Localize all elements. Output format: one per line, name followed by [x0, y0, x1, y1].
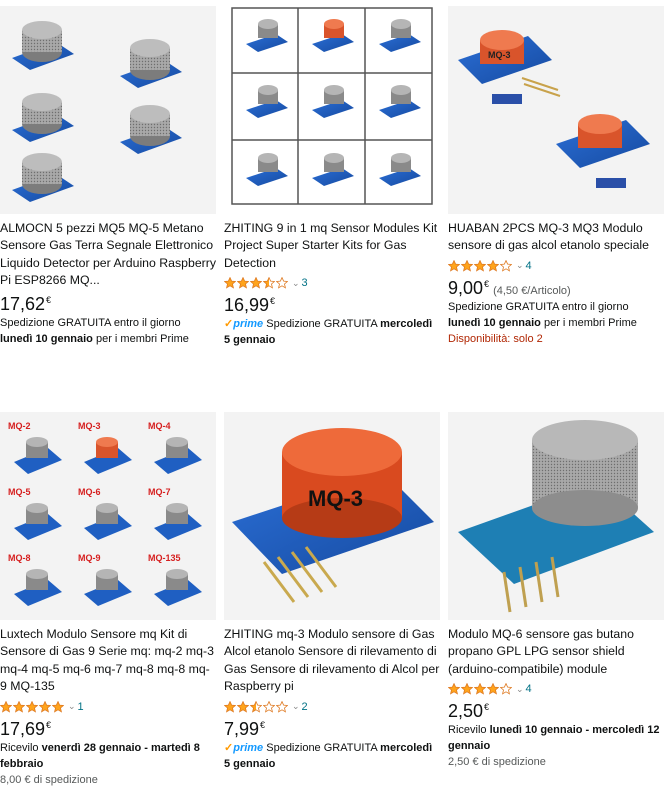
rating[interactable]: ⌄ 4 — [448, 681, 664, 697]
shipping-info: ✓prime Spedizione GRATUITA mercoledì — [224, 318, 433, 331]
star-icon — [487, 259, 499, 272]
product-price: 17,69 € — [0, 718, 52, 739]
shipping-info: Spedizione GRATUITA entro il giorno — [448, 300, 629, 313]
product-price: 2,50 € — [448, 701, 490, 722]
review-count[interactable]: 4 — [526, 260, 532, 272]
product-image[interactable] — [224, 6, 440, 214]
star-icon — [474, 259, 486, 272]
chevron-down-icon[interactable]: ⌄ — [68, 701, 76, 712]
star-icon — [250, 277, 262, 289]
star-icon — [39, 700, 51, 713]
product-image[interactable]: MQ-2 MQ-3 MQ-4 MQ-5 MQ-6 MQ-7 MQ-8 MQ-9 MQ-135 — [0, 412, 216, 620]
delivery-info: Ricevilo lunedì 10 gennaio - mercoledì 1… — [448, 724, 660, 753]
rating[interactable]: ⌄ 3 — [224, 275, 440, 291]
star-icon — [224, 277, 236, 289]
product-image[interactable]: MQ-3 — [448, 6, 664, 214]
image-text: MQ-3 — [308, 486, 363, 511]
module-label: MQ-6 — [78, 487, 101, 497]
product-title[interactable]: ZHITING 9 in 1 mq Sensor Modules Kit Pro… — [224, 220, 440, 272]
product-price: 7,99 € — [224, 718, 266, 739]
module-label: MQ-2 — [8, 421, 31, 431]
product-price: 17,62 € — [0, 293, 52, 314]
image-text: MQ-3 — [488, 50, 511, 60]
rating[interactable]: ⌄ 2 — [224, 699, 440, 715]
product-image[interactable] — [448, 412, 664, 620]
star-icon — [263, 277, 275, 289]
star-icon — [237, 277, 249, 289]
product-title[interactable]: Luxtech Modulo Sensore mq Kit di Sensore… — [0, 626, 216, 696]
star-icon — [448, 683, 460, 695]
chevron-down-icon[interactable]: ⌄ — [516, 684, 524, 695]
star-icon — [26, 700, 38, 713]
star-icon — [500, 683, 512, 695]
shipping-cost: 8,00 € di spedizione — [0, 773, 98, 786]
shipping-cost: 2,50 € di spedizione — [448, 756, 546, 769]
product-price: 16,99 € — [224, 295, 276, 316]
star-icon — [250, 700, 262, 713]
review-count[interactable]: 4 — [526, 683, 532, 695]
review-count[interactable]: 3 — [302, 277, 308, 289]
star-rating — [224, 700, 289, 713]
star-rating — [224, 277, 289, 289]
shipping-info: Spedizione GRATUITA entro il giorno — [0, 316, 181, 329]
star-rating — [448, 683, 513, 695]
rating[interactable]: ⌄ 4 — [448, 258, 664, 274]
star-icon — [474, 683, 486, 695]
star-icon — [461, 259, 473, 272]
star-icon — [276, 700, 288, 713]
chevron-down-icon[interactable]: ⌄ — [292, 278, 300, 289]
star-icon — [461, 683, 473, 695]
star-rating — [0, 700, 65, 713]
product-title[interactable]: ALMOCN 5 pezzi MQ5 MQ-5 Metano Sensore G… — [0, 220, 216, 290]
star-icon — [0, 700, 12, 713]
product-image[interactable] — [0, 6, 216, 214]
results-grid: ALMOCN 5 pezzi MQ5 MQ-5 Metano Sensore G… — [0, 0, 667, 797]
module-label: MQ-3 — [78, 421, 101, 431]
prime-logo: prime — [233, 318, 264, 331]
review-count[interactable]: 2 — [302, 701, 308, 713]
star-icon — [237, 700, 249, 713]
product-image[interactable]: MQ-3 — [224, 412, 440, 620]
availability: Disponibilità: solo 2 — [448, 332, 543, 345]
unit-price: (4,50 €/Articolo) — [493, 284, 571, 297]
product-title[interactable]: HUABAN 2PCS MQ-3 MQ3 Modulo sensore di g… — [448, 220, 664, 255]
product-title[interactable]: ZHITING mq-3 Modulo sensore di Gas Alcol… — [224, 626, 440, 696]
module-label: MQ-4 — [148, 421, 171, 431]
star-icon — [500, 259, 512, 272]
chevron-down-icon[interactable]: ⌄ — [516, 260, 524, 271]
star-icon — [224, 700, 236, 713]
star-icon — [263, 700, 275, 713]
module-label: MQ-7 — [148, 487, 171, 497]
prime-check-icon: ✓ — [224, 741, 234, 754]
star-icon — [13, 700, 25, 713]
prime-logo: prime — [233, 741, 264, 754]
module-label: MQ-5 — [8, 487, 31, 497]
star-rating — [448, 259, 513, 272]
review-count[interactable]: 1 — [78, 701, 84, 713]
chevron-down-icon[interactable]: ⌄ — [292, 701, 300, 712]
star-icon — [52, 700, 64, 713]
shipping-info: ✓prime Spedizione GRATUITA mercoledì — [224, 741, 433, 754]
module-label: MQ-9 — [78, 553, 101, 563]
module-label: MQ-8 — [8, 553, 31, 563]
star-icon — [487, 683, 499, 695]
product-price: 9,00 € (4,50 €/Articolo) — [448, 277, 571, 298]
star-icon — [276, 277, 288, 289]
module-label: MQ-135 — [148, 553, 181, 563]
product-title[interactable]: Modulo MQ-6 sensore gas butano propano G… — [448, 626, 664, 678]
prime-check-icon: ✓ — [224, 318, 234, 331]
rating[interactable]: ⌄ 1 — [0, 699, 216, 715]
star-icon — [448, 259, 460, 272]
delivery-info: Ricevilo venerdì 28 gennaio - martedì 8 … — [0, 741, 200, 770]
